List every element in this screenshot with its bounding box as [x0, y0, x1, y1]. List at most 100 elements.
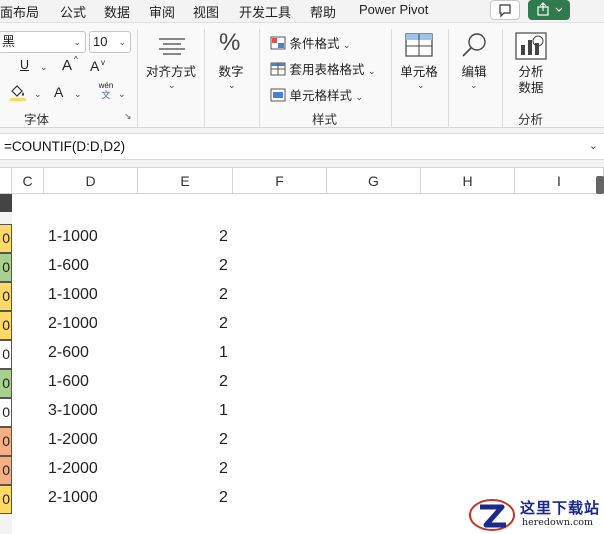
column-header-e[interactable]: E: [138, 168, 233, 194]
column-header-h[interactable]: H: [421, 168, 515, 194]
chevron-down-icon[interactable]: ⌄: [118, 89, 126, 100]
fill-color-button[interactable]: [8, 81, 32, 103]
table-format-label: 套用表格格式: [289, 63, 365, 77]
phonetic-bottom: 文: [101, 90, 111, 100]
comment-button[interactable]: [490, 0, 520, 20]
font-color-button[interactable]: A: [54, 84, 63, 100]
chevron-down-icon: ⌄: [470, 80, 478, 90]
paint-bucket-icon: [10, 85, 26, 101]
cell-e[interactable]: 2: [219, 286, 228, 304]
menu-view[interactable]: 视图: [193, 2, 219, 21]
menu-data[interactable]: 数据: [104, 2, 130, 21]
grow-font-button[interactable]: A: [62, 57, 72, 74]
share-button[interactable]: [528, 0, 570, 20]
divider: [137, 29, 138, 127]
cell-style-label: 单元格样式: [289, 89, 352, 103]
cell-d[interactable]: 1-600: [48, 257, 89, 275]
underline-button[interactable]: U: [20, 58, 29, 72]
dialog-launcher-icon[interactable]: ↘: [124, 111, 132, 122]
cell-style-icon: [270, 88, 286, 102]
colored-cell-b[interactable]: 0: [0, 398, 12, 427]
percent-icon[interactable]: %: [219, 29, 240, 57]
cell-e[interactable]: 2: [219, 315, 228, 333]
chevron-down-icon: ⌄: [118, 37, 126, 47]
column-header-b[interactable]: [0, 168, 12, 194]
number-label: 数字: [218, 65, 244, 79]
search-icon: [462, 33, 486, 57]
menu-power-pivot[interactable]: Power Pivot: [359, 2, 428, 17]
edit-label: 编辑: [461, 65, 487, 79]
colored-cell-b[interactable]: 0: [0, 427, 12, 456]
phonetic-top: wén: [98, 81, 114, 90]
font-name-select[interactable]: 黑 ⌄: [0, 31, 86, 53]
chevron-down-icon: ⌄: [73, 37, 81, 47]
colored-cell-b[interactable]: 0: [0, 311, 12, 340]
chevron-down-icon[interactable]: ⌄: [74, 89, 82, 100]
divider: [204, 29, 205, 127]
cell-e[interactable]: 1: [219, 344, 228, 362]
caret-up-icon: ^: [74, 55, 78, 64]
colored-cell-b[interactable]: 0: [0, 224, 12, 253]
menu-developer[interactable]: 开发工具: [239, 2, 291, 21]
cell-d[interactable]: 3-1000: [48, 402, 98, 420]
colored-cell-b[interactable]: 0: [0, 282, 12, 311]
ribbon: 黑 ⌄ 10 ⌄ / U ⌄ A ^ A v ⌄ A ⌄ wén 文 ⌄ 字体 …: [0, 22, 604, 128]
cell-e[interactable]: 2: [219, 228, 228, 246]
colored-cell-b[interactable]: 0: [0, 369, 12, 398]
watermark-text: 这里下载站: [520, 499, 601, 517]
sheet-grid[interactable]: [12, 194, 604, 534]
cells-button[interactable]: [403, 31, 435, 62]
cell-d[interactable]: 2-1000: [48, 489, 98, 507]
shrink-font-button[interactable]: A: [90, 58, 99, 74]
cell-e[interactable]: 2: [219, 460, 228, 478]
cell-d[interactable]: 1-600: [48, 373, 89, 391]
edit-button[interactable]: [458, 31, 490, 62]
font-size-select[interactable]: 10 ⌄: [89, 31, 131, 53]
menu-page-layout[interactable]: 面布局: [0, 2, 39, 21]
divider: [502, 29, 503, 127]
analyze-data-button[interactable]: [514, 31, 548, 64]
column-header-d[interactable]: D: [44, 168, 138, 194]
conditional-format-button[interactable]: 条件格式 ⌄: [270, 33, 351, 52]
column-header-f[interactable]: F: [233, 168, 327, 194]
menu-formulas[interactable]: 公式: [60, 2, 86, 21]
menu-help[interactable]: 帮助: [310, 2, 336, 21]
colored-cell-b[interactable]: 0: [0, 340, 12, 369]
column-header-i[interactable]: I: [515, 168, 604, 194]
cell-e[interactable]: 2: [219, 489, 228, 507]
cell-d[interactable]: 2-600: [48, 344, 89, 362]
cells-icon: [405, 33, 433, 57]
column-headers: C D E F G H I: [0, 167, 604, 194]
colored-cell-b[interactable]: 0: [0, 485, 12, 514]
vertical-scrollbar[interactable]: [596, 176, 604, 194]
phonetic-button[interactable]: wén 文: [96, 81, 116, 103]
cell-e[interactable]: 2: [219, 431, 228, 449]
chevron-down-icon[interactable]: ⌄: [40, 62, 48, 73]
cell-d[interactable]: 1-2000: [48, 431, 98, 449]
cell-d[interactable]: 2-1000: [48, 315, 98, 333]
chevron-down-icon: ⌄: [228, 80, 236, 90]
chevron-down-icon[interactable]: ⌄: [589, 139, 598, 152]
conditional-format-icon: [270, 36, 286, 50]
cell-e[interactable]: 1: [219, 402, 228, 420]
table-format-button[interactable]: 套用表格格式 ⌄: [270, 59, 376, 78]
cell-e[interactable]: 2: [219, 373, 228, 391]
cell-e[interactable]: 2: [219, 257, 228, 275]
formula-input[interactable]: =COUNTIF(D:D,D2): [4, 139, 125, 154]
column-header-c[interactable]: C: [12, 168, 44, 194]
cell-d[interactable]: 1-2000: [48, 460, 98, 478]
header-row-fill: [0, 194, 12, 212]
colored-cell-b[interactable]: 0: [0, 456, 12, 485]
colored-cell-b[interactable]: 0: [0, 253, 12, 282]
cell-style-button[interactable]: 单元格样式 ⌄: [270, 85, 363, 104]
caret-down-icon: v: [101, 58, 105, 67]
cell-d[interactable]: 1-1000: [48, 286, 98, 304]
cell-d[interactable]: 1-1000: [48, 228, 98, 246]
table-format-icon: [270, 62, 286, 76]
menu-review[interactable]: 审阅: [149, 2, 175, 21]
column-header-g[interactable]: G: [327, 168, 421, 194]
formula-bar[interactable]: =COUNTIF(D:D,D2) ⌄: [0, 133, 604, 160]
watermark-logo: [469, 499, 515, 531]
conditional-format-label: 条件格式: [289, 37, 340, 51]
chevron-down-icon[interactable]: ⌄: [34, 89, 42, 100]
